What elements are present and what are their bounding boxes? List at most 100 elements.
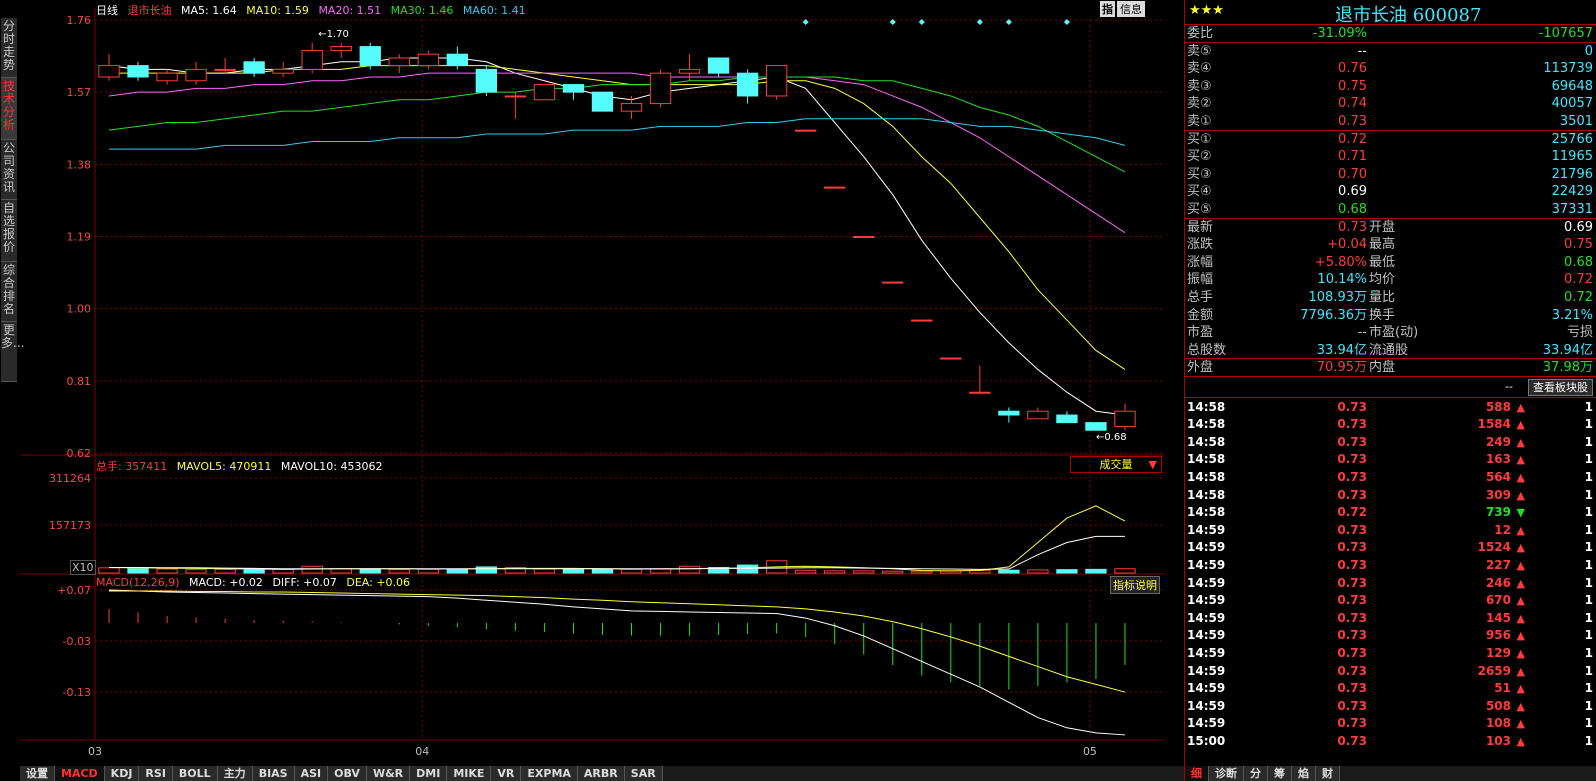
ask-row[interactable]: 卖④ 0.76 113739 xyxy=(1185,60,1596,78)
right-tab-3[interactable]: 筹 xyxy=(1268,766,1292,781)
weibi-row: 委比 -31.09% -107657 xyxy=(1185,25,1596,43)
tick-row[interactable]: 14:58 0.73 588 ▲ 1 xyxy=(1185,399,1596,417)
ask-price: 0.75 xyxy=(1338,78,1367,94)
right-tab-0[interactable]: 细 xyxy=(1185,766,1209,781)
right-tab-4[interactable]: 焰 xyxy=(1292,766,1316,781)
indicator-tab-1[interactable]: MACD xyxy=(55,766,105,781)
tick-row[interactable]: 14:58 0.73 564 ▲ 1 xyxy=(1185,469,1596,487)
indicator-tab-3[interactable]: RSI xyxy=(139,766,173,781)
event-marker-icon xyxy=(1063,19,1070,25)
bid-row[interactable]: 买④ 0.69 22429 xyxy=(1185,183,1596,201)
tick-row[interactable]: 14:59 0.73 670 ▲ 1 xyxy=(1185,592,1596,610)
tick-row[interactable]: 14:58 0.73 309 ▲ 1 xyxy=(1185,487,1596,505)
indicator-tab-13[interactable]: EXPMA xyxy=(521,766,578,781)
candle-body xyxy=(1114,410,1136,427)
indicator-tab-5[interactable]: 主力 xyxy=(217,766,253,781)
indicator-tab-6[interactable]: BIAS xyxy=(252,766,295,781)
left-tab-1[interactable]: 技术分析 xyxy=(1,78,17,140)
tick-row[interactable]: 14:59 0.73 246 ▲ 1 xyxy=(1185,575,1596,593)
waipan-label: 外盘 xyxy=(1187,360,1214,376)
bid-row[interactable]: 买⑤ 0.68 37331 xyxy=(1185,201,1596,219)
indicator-tab-0[interactable]: 设置 xyxy=(20,766,55,781)
arrow-up-icon: ▲ xyxy=(1516,400,1525,414)
right-tab-2[interactable]: 分 xyxy=(1244,766,1268,781)
tick-row[interactable]: 14:58 0.73 163 ▲ 1 xyxy=(1185,451,1596,469)
bid-volume: 22429 xyxy=(1551,184,1593,200)
tick-price: 0.73 xyxy=(1337,628,1367,643)
tick-row[interactable]: 14:59 0.73 508 ▲ 1 xyxy=(1185,698,1596,716)
ask-row[interactable]: 卖② 0.74 40057 xyxy=(1185,95,1596,113)
candle-body xyxy=(882,281,904,284)
sector-button[interactable]: 查看板块股 xyxy=(1528,379,1593,396)
indicator-tab-10[interactable]: DMI xyxy=(410,766,448,781)
indicator-tab-14[interactable]: ARBR xyxy=(577,766,625,781)
tick-row[interactable]: 14:59 0.73 956 ▲ 1 xyxy=(1185,627,1596,645)
tick-row[interactable]: 15:00 0.73 103 ▲ 1 xyxy=(1185,733,1596,751)
ask-price: 0.74 xyxy=(1338,96,1367,112)
tick-price: 0.73 xyxy=(1337,663,1367,678)
tick-time: 14:59 xyxy=(1187,575,1226,590)
left-tab-2[interactable]: 公司资讯 xyxy=(1,140,17,200)
indicator-help-button[interactable]: 指标说明 xyxy=(1110,576,1160,594)
stat-row: 最新 0.73 开盘 0.69 xyxy=(1185,219,1596,237)
indicator-tab-12[interactable]: VR xyxy=(491,766,522,781)
tick-row[interactable]: 14:59 0.73 2659 ▲ 1 xyxy=(1185,663,1596,681)
indicator-tab-7[interactable]: ASI xyxy=(294,766,329,781)
tick-row[interactable]: 14:58 0.73 1584 ▲ 1 xyxy=(1185,416,1596,434)
bid-row[interactable]: 买① 0.72 25766 xyxy=(1185,131,1596,149)
indicator-tab-11[interactable]: MIKE xyxy=(447,766,492,781)
period-label: 日线 xyxy=(96,4,118,17)
kline-chart-svg[interactable]: 1.76 1.57 1.38 1.19 1.00 0.81 0.62 03 04 05 ←1.70 ←… xyxy=(20,0,1184,766)
volume-bar xyxy=(998,569,1020,574)
sector-dash: -- xyxy=(1505,380,1513,393)
tick-volume: 163 xyxy=(1485,452,1511,467)
tick-row[interactable]: 14:58 0.73 249 ▲ 1 xyxy=(1185,434,1596,452)
tick-count: 1 xyxy=(1584,663,1593,678)
zhi-button[interactable]: 指 xyxy=(1100,1,1115,17)
candle-body xyxy=(620,103,643,112)
indicator-dropdown[interactable]: 成交量 ▼ xyxy=(1070,456,1162,473)
right-tab-5[interactable]: 财 xyxy=(1316,766,1340,781)
tick-row[interactable]: 14:59 0.73 227 ▲ 1 xyxy=(1185,557,1596,575)
volume-bar xyxy=(98,567,120,574)
candle-body xyxy=(1027,410,1049,420)
tick-row[interactable]: 14:59 0.73 108 ▲ 1 xyxy=(1185,715,1596,733)
stat-label: 最高 xyxy=(1369,237,1396,253)
left-tab-4[interactable]: 综合排名 xyxy=(1,262,17,322)
indicator-tab-2[interactable]: KDJ xyxy=(104,766,140,781)
arrow-up-icon: ▲ xyxy=(1516,664,1525,678)
right-tab-1[interactable]: 诊断 xyxy=(1209,766,1244,781)
neipan-label: 内盘 xyxy=(1369,360,1396,376)
bid-row[interactable]: 买③ 0.70 21796 xyxy=(1185,166,1596,184)
bid-row[interactable]: 买② 0.71 11965 xyxy=(1185,148,1596,166)
tick-row[interactable]: 14:59 0.73 1524 ▲ 1 xyxy=(1185,539,1596,557)
tick-row[interactable]: 14:59 0.73 51 ▲ 1 xyxy=(1185,680,1596,698)
left-tab-5[interactable]: 更多... xyxy=(1,322,24,382)
indicator-tab-8[interactable]: OBV xyxy=(328,766,367,781)
tick-time: 14:59 xyxy=(1187,628,1226,643)
chart-area[interactable]: 1.76 1.57 1.38 1.19 1.00 0.81 0.62 03 04 05 ←1.70 ←… xyxy=(20,0,1184,766)
indicator-tab-9[interactable]: W&R xyxy=(366,766,411,781)
tick-row[interactable]: 14:59 0.73 12 ▲ 1 xyxy=(1185,522,1596,540)
volume-bar xyxy=(1027,569,1049,574)
candle-body xyxy=(446,53,468,67)
ask-row[interactable]: 卖⑤ -- 0 xyxy=(1185,43,1596,61)
indicator-tab-15[interactable]: SAR xyxy=(624,766,663,781)
tick-row[interactable]: 14:59 0.73 129 ▲ 1 xyxy=(1185,645,1596,663)
tick-row[interactable]: 14:59 0.73 145 ▲ 1 xyxy=(1185,610,1596,628)
left-tab-0[interactable]: 分时走势 xyxy=(1,18,17,78)
candle-body xyxy=(359,46,381,67)
ask-row[interactable]: 卖① 0.73 3501 xyxy=(1185,113,1596,131)
tick-volume: 145 xyxy=(1485,610,1511,625)
volume-bar xyxy=(562,568,585,574)
tick-row[interactable]: 14:58 0.72 739 ▼ 1 xyxy=(1185,504,1596,522)
left-tab-3[interactable]: 自选报价 xyxy=(1,200,17,262)
tick-volume: 508 xyxy=(1485,698,1511,713)
ask-row[interactable]: 卖③ 0.75 69648 xyxy=(1185,78,1596,96)
tick-time: 14:58 xyxy=(1187,505,1226,520)
tick-count: 1 xyxy=(1584,434,1593,449)
info-button[interactable]: 信息 xyxy=(1117,1,1145,17)
candle-body xyxy=(185,68,207,82)
indicator-tab-4[interactable]: BOLL xyxy=(172,766,218,781)
tick-count: 1 xyxy=(1584,593,1593,608)
